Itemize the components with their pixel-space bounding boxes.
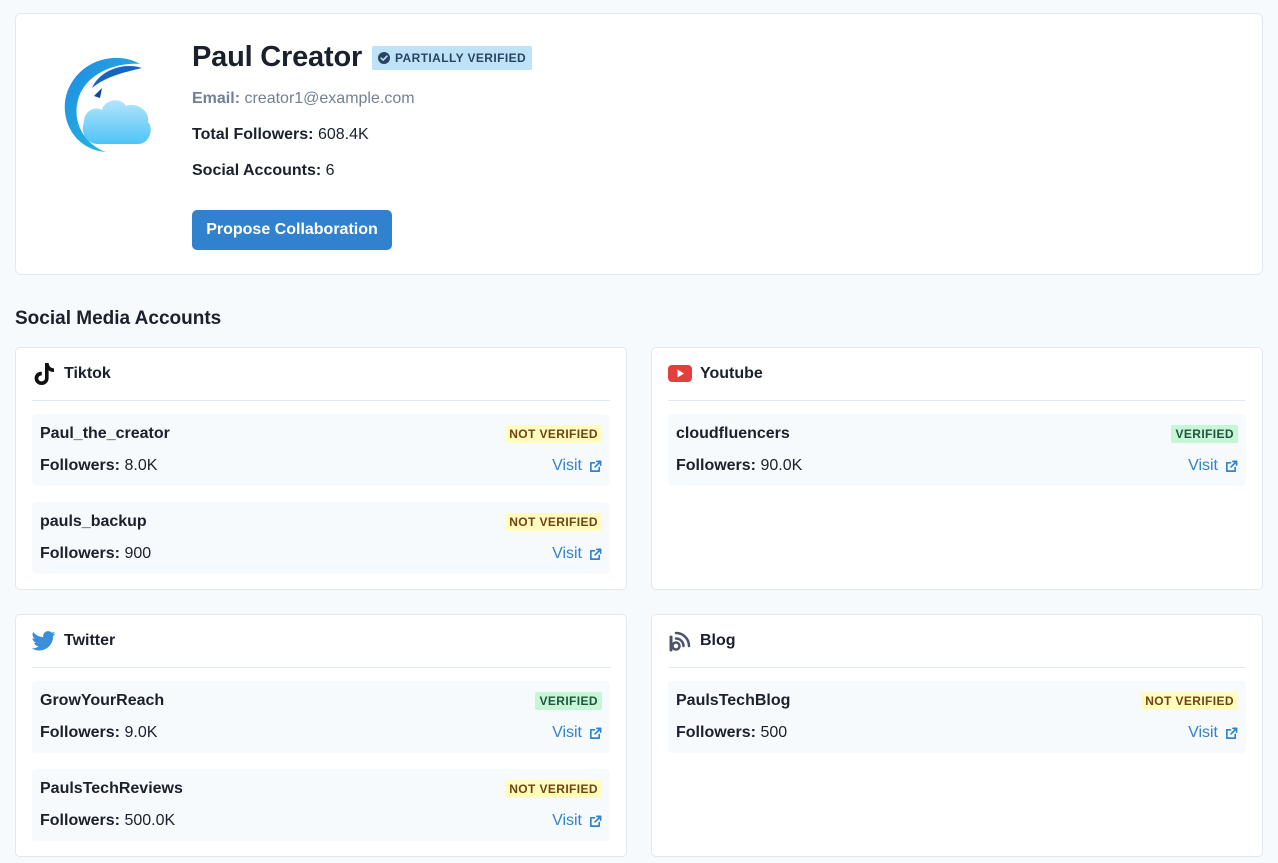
visit-label: Visit: [552, 457, 582, 474]
followers-value: 500.0K: [124, 812, 176, 829]
followers-value: 8.0K: [124, 457, 158, 474]
external-link-icon: [590, 548, 602, 560]
visit-label: Visit: [1188, 724, 1218, 741]
platform-card-blog: Blog PaulsTechBlog NOT VERIFIED Follower…: [651, 614, 1263, 857]
platform-card-tiktok: Tiktok Paul_the_creator NOT VERIFIED Fol…: [15, 347, 627, 590]
account-followers: Followers: 90.0K: [676, 457, 802, 475]
followers-label: Followers:: [40, 812, 121, 829]
email-line: Email: creator1@example.com: [192, 90, 415, 108]
followers-value: 500: [760, 724, 788, 741]
platform-header: Blog: [668, 615, 1246, 668]
status-badge: NOT VERIFIED: [505, 513, 602, 531]
external-link-icon: [1226, 727, 1238, 739]
account-followers: Followers: 8.0K: [40, 457, 157, 475]
propose-collaboration-button[interactable]: Propose Collaboration: [192, 210, 392, 250]
section-title: Social Media Accounts: [15, 308, 222, 329]
followers-label: Followers:: [676, 457, 757, 474]
total-followers-value: 608.4K: [317, 126, 369, 143]
platform-card-youtube: Youtube cloudfluencers VERIFIED Follower…: [651, 347, 1263, 590]
account-handle: GrowYourReach: [40, 692, 165, 709]
followers-value: 9.0K: [124, 724, 158, 741]
account-followers: Followers: 500: [676, 724, 787, 742]
account-handle: pauls_backup: [40, 513, 147, 530]
status-badge: NOT VERIFIED: [1141, 692, 1238, 710]
account-row: Paul_the_creator NOT VERIFIED Followers:…: [32, 414, 610, 486]
external-link-icon: [590, 460, 602, 472]
platform-name: Tiktok: [64, 365, 111, 382]
platform-name: Youtube: [700, 365, 763, 382]
status-badge: VERIFIED: [535, 692, 602, 710]
total-followers-line: Total Followers: 608.4K: [192, 126, 369, 144]
followers-label: Followers:: [40, 545, 121, 562]
followers-value: 900: [124, 545, 152, 562]
platform-header: Tiktok: [32, 348, 610, 401]
email-value: creator1@example.com: [244, 90, 415, 107]
partial-verified-badge: PARTIALLY VERIFIED: [372, 45, 533, 70]
external-link-icon: [1226, 460, 1238, 472]
visit-link[interactable]: Visit: [552, 812, 602, 830]
visit-link[interactable]: Visit: [552, 724, 602, 742]
followers-label: Followers:: [40, 724, 121, 741]
total-followers-label: Total Followers:: [192, 126, 314, 143]
platform-header: Youtube: [668, 348, 1246, 401]
account-row: PaulsTechReviews NOT VERIFIED Followers:…: [32, 769, 610, 841]
twitter-icon: [32, 629, 56, 653]
external-link-icon: [590, 815, 602, 827]
platform-card-twitter: Twitter GrowYourReach VERIFIED Followers…: [15, 614, 627, 857]
visit-link[interactable]: Visit: [552, 545, 602, 563]
profile-card: Paul Creator PARTIALLY VERIFIED Email: c…: [15, 13, 1263, 275]
visit-link[interactable]: Visit: [1188, 457, 1238, 475]
account-handle: cloudfluencers: [676, 425, 790, 442]
account-row: pauls_backup NOT VERIFIED Followers: 900…: [32, 502, 610, 574]
check-circle-icon: [378, 51, 391, 64]
account-followers: Followers: 900: [40, 545, 151, 563]
status-badge: NOT VERIFIED: [505, 425, 602, 443]
status-badge: VERIFIED: [1171, 425, 1238, 443]
visit-label: Visit: [552, 545, 582, 562]
visit-label: Visit: [1188, 457, 1218, 474]
visit-link[interactable]: Visit: [552, 457, 602, 475]
status-badge: NOT VERIFIED: [505, 780, 602, 798]
blog-icon: [668, 629, 692, 653]
account-followers: Followers: 9.0K: [40, 724, 157, 742]
email-label: Email:: [192, 90, 241, 107]
account-followers: Followers: 500.0K: [40, 812, 175, 830]
platform-header: Twitter: [32, 615, 610, 668]
account-row: PaulsTechBlog NOT VERIFIED Followers: 50…: [668, 681, 1246, 753]
visit-label: Visit: [552, 724, 582, 741]
followers-label: Followers:: [676, 724, 757, 741]
social-accounts-label: Social Accounts:: [192, 162, 322, 179]
account-handle: PaulsTechBlog: [676, 692, 791, 709]
social-accounts-line: Social Accounts: 6: [192, 162, 335, 180]
followers-value: 90.0K: [760, 457, 803, 474]
account-handle: Paul_the_creator: [40, 425, 170, 442]
tiktok-icon: [32, 362, 56, 386]
account-handle: PaulsTechReviews: [40, 780, 183, 797]
platform-name: Twitter: [64, 632, 116, 649]
account-row: GrowYourReach VERIFIED Followers: 9.0K V…: [32, 681, 610, 753]
account-row: cloudfluencers VERIFIED Followers: 90.0K…: [668, 414, 1246, 486]
youtube-icon: [668, 362, 692, 386]
external-link-icon: [590, 727, 602, 739]
partial-verified-label: PARTIALLY VERIFIED: [395, 50, 527, 65]
visit-link[interactable]: Visit: [1188, 724, 1238, 742]
social-accounts-value: 6: [325, 162, 335, 179]
visit-label: Visit: [552, 812, 582, 829]
platform-name: Blog: [700, 632, 736, 649]
profile-name: Paul Creator: [192, 41, 363, 73]
followers-label: Followers:: [40, 457, 121, 474]
avatar-logo: [64, 57, 151, 153]
